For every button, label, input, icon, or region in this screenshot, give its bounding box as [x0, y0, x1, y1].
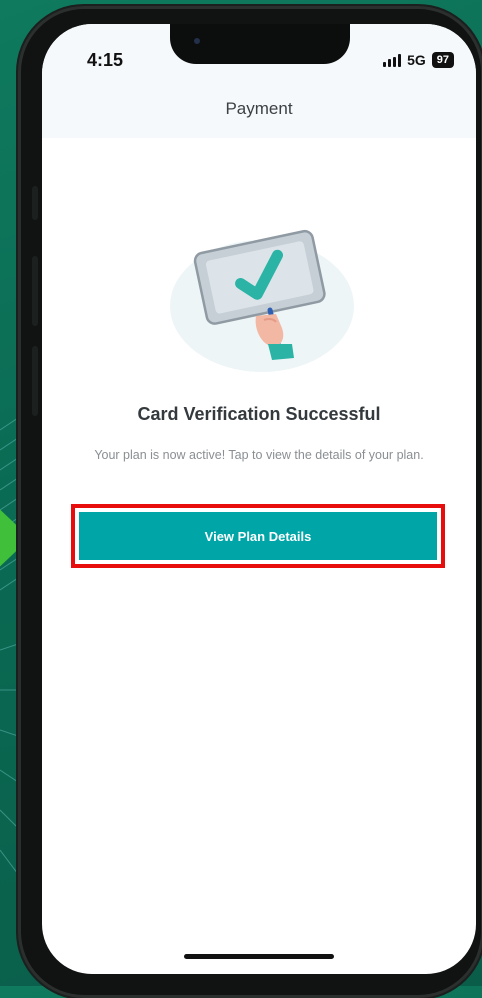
view-plan-details-button[interactable]: View Plan Details: [79, 512, 437, 560]
phone-volume-up-button: [32, 256, 38, 326]
phone-screen: 4:15 5G 97 Payment Card Verification Suc…: [42, 24, 476, 974]
phone-volume-down-button: [32, 346, 38, 416]
signal-icon: [383, 53, 402, 67]
battery-icon: 97: [431, 52, 454, 68]
success-title: Card Verification Successful: [137, 404, 381, 424]
page-title: Payment: [225, 99, 293, 118]
verification-illustration: [162, 224, 362, 384]
camera-icon: [194, 38, 200, 44]
phone-side-button: [32, 186, 38, 220]
home-indicator[interactable]: [184, 954, 334, 959]
status-time: 4:15: [87, 50, 124, 70]
status-indicators: 5G 97: [383, 52, 454, 68]
success-description: Your plan is now active! Tap to view the…: [94, 448, 424, 462]
notch: [170, 24, 350, 64]
hand-holding-checkmark-card-icon: [170, 229, 354, 372]
network-type: 5G: [407, 52, 426, 68]
